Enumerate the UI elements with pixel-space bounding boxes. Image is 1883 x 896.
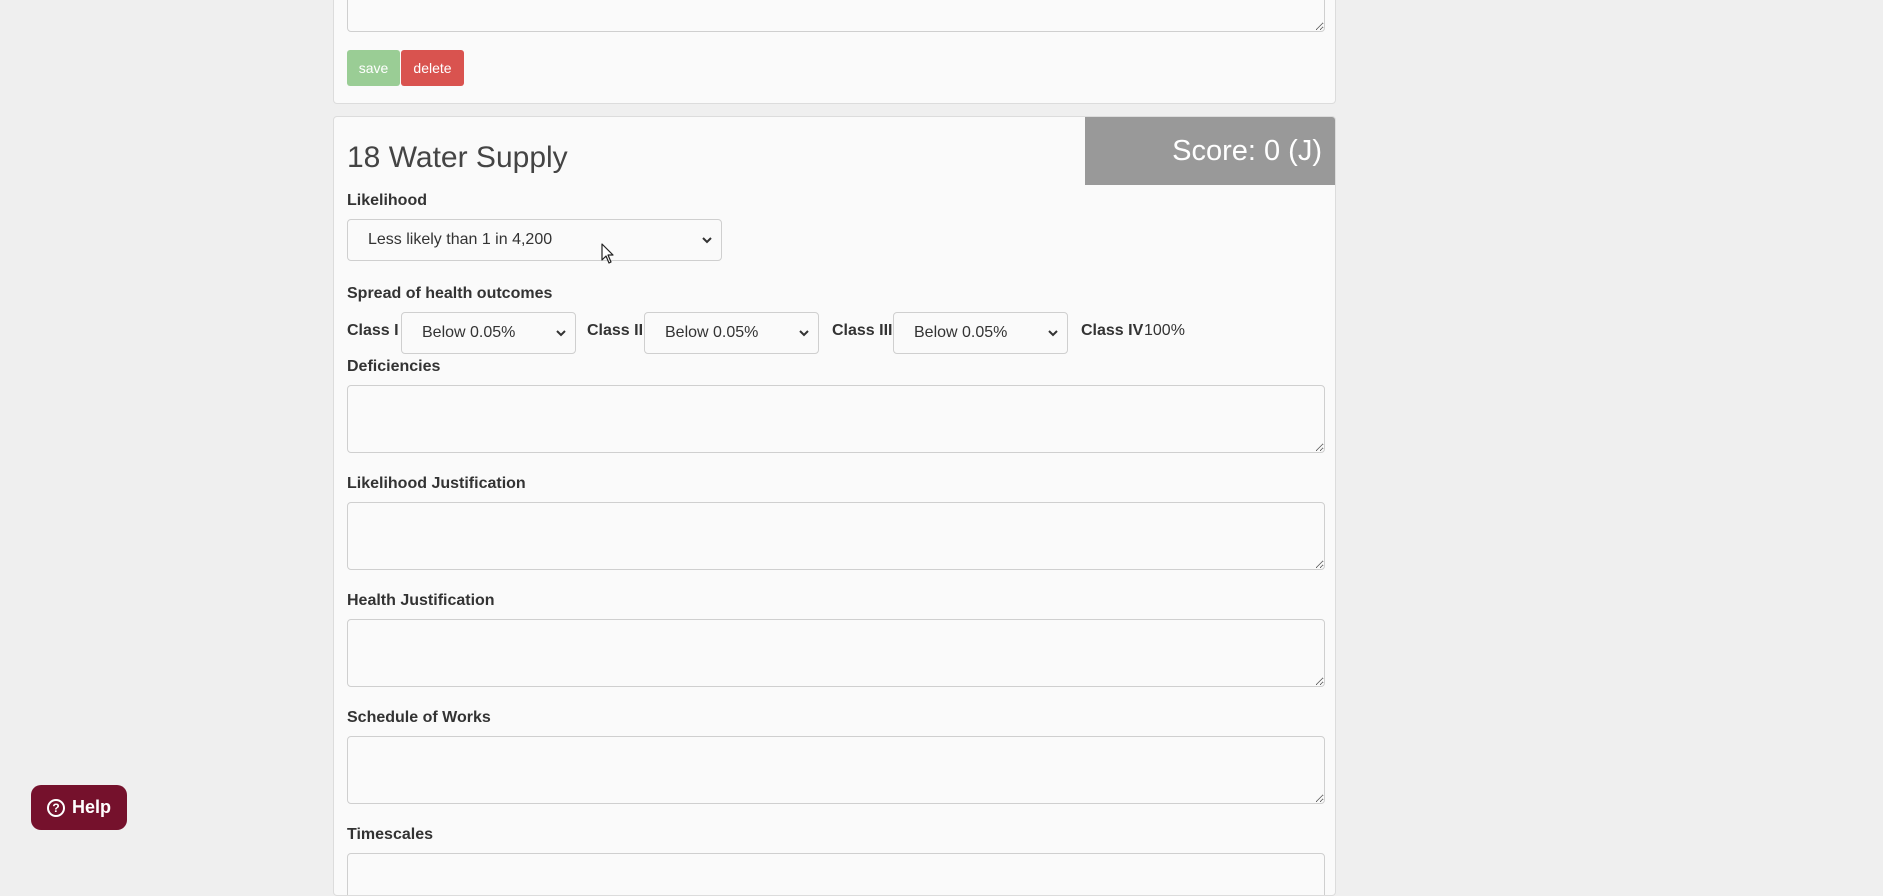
likelihood-select-value: Less likely than 1 in 4,200 bbox=[368, 231, 553, 248]
deficiencies-textarea[interactable] bbox=[347, 385, 1325, 453]
timescales-textarea[interactable] bbox=[347, 853, 1325, 895]
class-ii-select[interactable]: Below 0.05% bbox=[644, 312, 819, 354]
question-circle-icon: ? bbox=[46, 798, 65, 817]
chevron-down-icon bbox=[556, 330, 566, 337]
help-button[interactable]: ? Help bbox=[31, 785, 127, 830]
likelihood-label: Likelihood bbox=[347, 192, 427, 209]
health-justification-textarea[interactable] bbox=[347, 619, 1325, 687]
deficiencies-label: Deficiencies bbox=[347, 358, 441, 375]
delete-button[interactable]: delete bbox=[401, 50, 464, 86]
previous-section-card: save delete bbox=[333, 0, 1336, 104]
likelihood-justification-textarea[interactable] bbox=[347, 502, 1325, 570]
likelihood-select[interactable]: Less likely than 1 in 4,200 bbox=[347, 219, 722, 261]
class-iii-select-value: Below 0.05% bbox=[914, 324, 1008, 341]
class-iv-label: Class IV bbox=[1081, 322, 1144, 339]
class-i-label: Class I bbox=[347, 322, 399, 339]
likelihood-justification-label: Likelihood Justification bbox=[347, 475, 526, 492]
class-iii-label: Class III bbox=[832, 322, 893, 339]
section-title: 18 Water Supply bbox=[347, 141, 568, 174]
help-button-label: Help bbox=[71, 797, 111, 817]
class-i-select-value: Below 0.05% bbox=[422, 324, 516, 341]
mouse-cursor-icon bbox=[601, 243, 614, 264]
save-button[interactable]: save bbox=[347, 50, 400, 86]
score-banner: Score: 0 (J) bbox=[1085, 117, 1335, 185]
chevron-down-icon bbox=[799, 330, 809, 337]
schedule-of-works-textarea[interactable] bbox=[347, 736, 1325, 804]
class-i-select[interactable]: Below 0.05% bbox=[401, 312, 576, 354]
class-ii-select-value: Below 0.05% bbox=[665, 324, 759, 341]
hazard-section-card: Score: 0 (J) 18 Water Supply Likelihood … bbox=[333, 116, 1336, 896]
class-iv-value: 100% bbox=[1144, 322, 1185, 339]
timescales-label: Timescales bbox=[347, 826, 433, 843]
chevron-down-icon bbox=[1048, 330, 1058, 337]
health-justification-label: Health Justification bbox=[347, 592, 495, 609]
previous-section-textarea[interactable] bbox=[347, 0, 1325, 32]
class-ii-label: Class II bbox=[587, 322, 644, 339]
schedule-of-works-label: Schedule of Works bbox=[347, 709, 491, 726]
class-iii-select[interactable]: Below 0.05% bbox=[893, 312, 1068, 354]
spread-label: Spread of health outcomes bbox=[347, 285, 553, 302]
chevron-down-icon bbox=[702, 237, 712, 244]
